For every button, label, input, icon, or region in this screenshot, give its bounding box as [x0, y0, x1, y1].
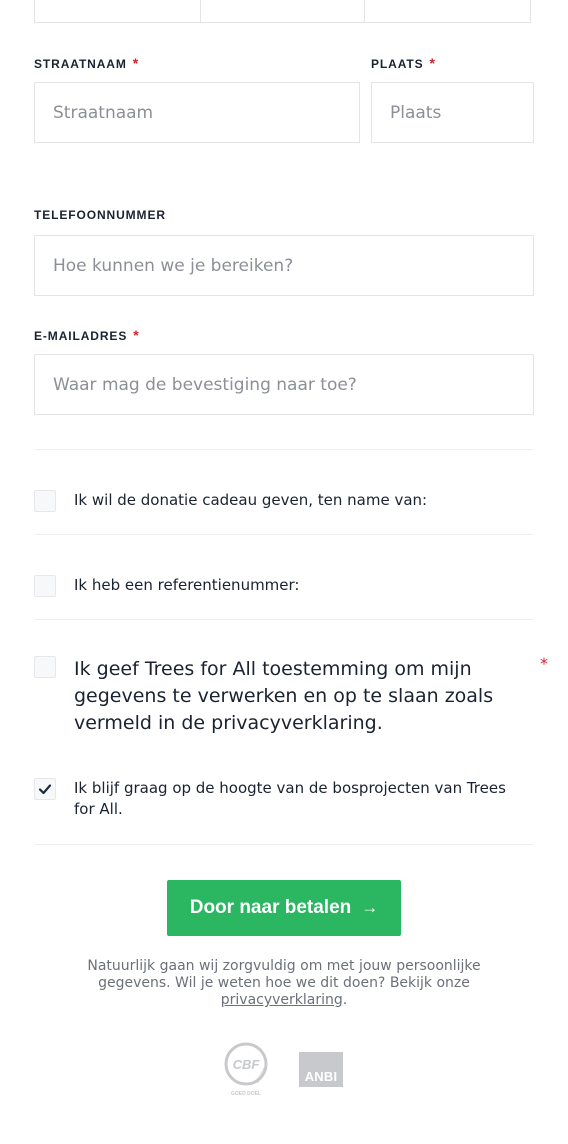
- cbf-text: CBF: [233, 1057, 261, 1072]
- cbf-seal-icon: CBF ERKEND GOED DOEL: [224, 1042, 268, 1097]
- required-mark: *: [133, 327, 140, 343]
- city-input[interactable]: Plaats: [371, 82, 534, 143]
- cbf-logo: CBF ERKEND GOED DOEL: [222, 1040, 270, 1098]
- arrow-right-icon: →: [361, 898, 379, 917]
- email-input[interactable]: Waar mag de bevestiging naar toe?: [34, 354, 534, 415]
- house-number-input-partial[interactable]: [200, 0, 365, 23]
- consent-option-label: Ik geef Trees for All toestemming om mij…: [74, 658, 494, 734]
- divider: [34, 619, 534, 620]
- gift-option-label: Ik wil de donatie cadeau geven, ten name…: [74, 491, 428, 509]
- addition-input-partial[interactable]: [364, 0, 531, 23]
- gift-option[interactable]: Ik wil de donatie cadeau geven, ten name…: [34, 490, 534, 512]
- street-input[interactable]: Straatnaam: [34, 82, 360, 143]
- email-placeholder: Waar mag de bevestiging naar toe?: [53, 374, 357, 395]
- divider: [34, 449, 534, 450]
- newsletter-checkbox[interactable]: [34, 778, 56, 800]
- street-label: STRAATNAAM *: [34, 55, 139, 71]
- reference-checkbox[interactable]: [34, 575, 56, 597]
- reference-option[interactable]: Ik heb een referentienummer:: [34, 575, 534, 597]
- consent-checkbox[interactable]: [34, 656, 56, 678]
- privacy-note-text: Natuurlijk gaan wij zorgvuldig om met jo…: [87, 958, 481, 991]
- email-label: E-MAILADRES *: [34, 327, 140, 343]
- anbi-text: ANBI: [304, 1069, 338, 1084]
- consent-option[interactable]: Ik geef Trees for All toestemming om mij…: [34, 656, 504, 737]
- continue-to-payment-button[interactable]: Door naar betalen →: [167, 880, 401, 936]
- phone-label: TELEFOONNUMMER: [34, 208, 166, 222]
- gift-checkbox[interactable]: [34, 490, 56, 512]
- street-label-text: STRAATNAAM: [34, 57, 127, 71]
- phone-label-text: TELEFOONNUMMER: [34, 208, 166, 222]
- required-mark: *: [429, 55, 436, 71]
- phone-input[interactable]: Hoe kunnen we je bereiken?: [34, 235, 534, 296]
- consent-required-mark: *: [540, 654, 548, 673]
- city-label-text: PLAATS: [371, 57, 424, 71]
- address-fields-row-partial: [34, 0, 534, 23]
- email-label-text: E-MAILADRES: [34, 329, 128, 343]
- privacy-note: Natuurlijk gaan wij zorgvuldig om met jo…: [84, 958, 484, 1009]
- newsletter-option-label: Ik blijf graag op de hoogte van de bospr…: [74, 779, 506, 818]
- divider: [34, 844, 534, 845]
- anbi-logo: ANBI: [299, 1052, 343, 1087]
- reference-option-label: Ik heb een referentienummer:: [74, 576, 300, 594]
- newsletter-option[interactable]: Ik blijf graag op de hoogte van de bospr…: [34, 778, 514, 820]
- continue-to-payment-label: Door naar betalen: [189, 897, 352, 918]
- privacy-link[interactable]: privacyverklaring: [221, 992, 343, 1008]
- street-placeholder: Straatnaam: [53, 102, 154, 123]
- cbf-bottom-text: GOED DOEL: [231, 1091, 261, 1097]
- city-placeholder: Plaats: [390, 102, 442, 123]
- privacy-note-end: .: [342, 992, 348, 1008]
- required-mark: *: [132, 55, 140, 71]
- city-label: PLAATS *: [371, 55, 436, 71]
- postcode-input-partial[interactable]: [34, 0, 201, 23]
- checkmark-icon: [38, 784, 52, 795]
- divider: [34, 534, 534, 535]
- phone-placeholder: Hoe kunnen we je bereiken?: [53, 255, 294, 276]
